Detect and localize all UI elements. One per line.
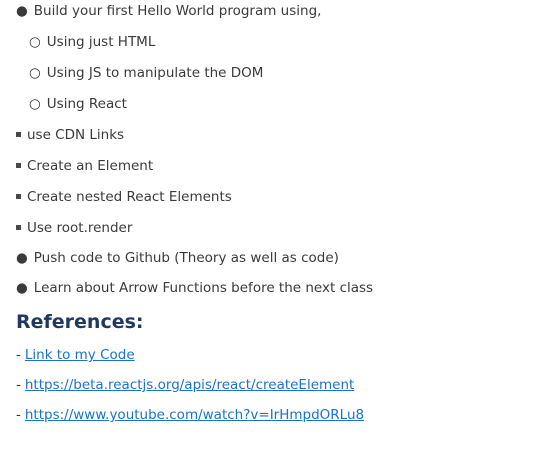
square-marker bbox=[16, 162, 21, 168]
square-marker bbox=[16, 131, 21, 137]
square-marker bbox=[16, 224, 21, 230]
circle-marker: ○ bbox=[29, 34, 41, 50]
sub-item-html: ○ Using just HTML bbox=[29, 33, 155, 51]
reference-item-code: - Link to my Code bbox=[16, 346, 135, 364]
bullet-marker: ● bbox=[16, 250, 28, 266]
dash-marker: - bbox=[16, 407, 21, 423]
bullet-text: Push code to Github (Theory as well as c… bbox=[33, 250, 339, 266]
dash-marker: - bbox=[16, 377, 21, 393]
square-item-text: Create nested React Elements bbox=[27, 189, 232, 205]
reference-item-youtube: - https://www.youtube.com/watch?v=IrHmpdO… bbox=[16, 406, 364, 424]
youtube-video-link[interactable]: https://www.youtube.com/watch?v=IrHmpdOR… bbox=[25, 407, 364, 423]
sub-item-text: Using JS to manipulate the DOM bbox=[46, 65, 264, 81]
square-item-root-render: Use root.render bbox=[16, 219, 132, 237]
bullet-item-github: ● Push code to Github (Theory as well as … bbox=[16, 249, 339, 267]
bullet-item-hello-world: ● Build your first Hello World program us… bbox=[16, 2, 321, 20]
reference-item-react-docs: - https://beta.reactjs.org/apis/react/cre… bbox=[16, 376, 354, 394]
square-item-nested: Create nested React Elements bbox=[16, 188, 232, 206]
square-marker bbox=[16, 193, 21, 199]
circle-marker: ○ bbox=[29, 65, 41, 81]
bullet-marker: ● bbox=[16, 3, 28, 19]
circle-marker: ○ bbox=[29, 96, 41, 112]
sub-item-text: Using just HTML bbox=[46, 34, 156, 50]
bullet-text: Build your first Hello World program usi… bbox=[33, 3, 322, 19]
react-create-element-link[interactable]: https://beta.reactjs.org/apis/react/crea… bbox=[25, 377, 354, 393]
square-item-create-element: Create an Element bbox=[16, 157, 153, 175]
link-to-my-code[interactable]: Link to my Code bbox=[25, 347, 135, 363]
references-heading: References: bbox=[16, 311, 144, 333]
sub-item-js-dom: ○ Using JS to manipulate the DOM bbox=[29, 64, 263, 82]
bullet-marker: ● bbox=[16, 280, 28, 296]
square-item-text: use CDN Links bbox=[27, 127, 125, 143]
sub-item-react: ○ Using React bbox=[29, 95, 127, 113]
bullet-text: Learn about Arrow Functions before the n… bbox=[33, 280, 374, 296]
sub-item-text: Using React bbox=[46, 96, 127, 112]
square-item-text: Use root.render bbox=[27, 220, 133, 236]
dash-marker: - bbox=[16, 347, 21, 363]
square-item-text: Create an Element bbox=[27, 158, 154, 174]
square-item-cdn: use CDN Links bbox=[16, 126, 124, 144]
bullet-item-arrow-functions: ● Learn about Arrow Functions before the … bbox=[16, 279, 373, 297]
